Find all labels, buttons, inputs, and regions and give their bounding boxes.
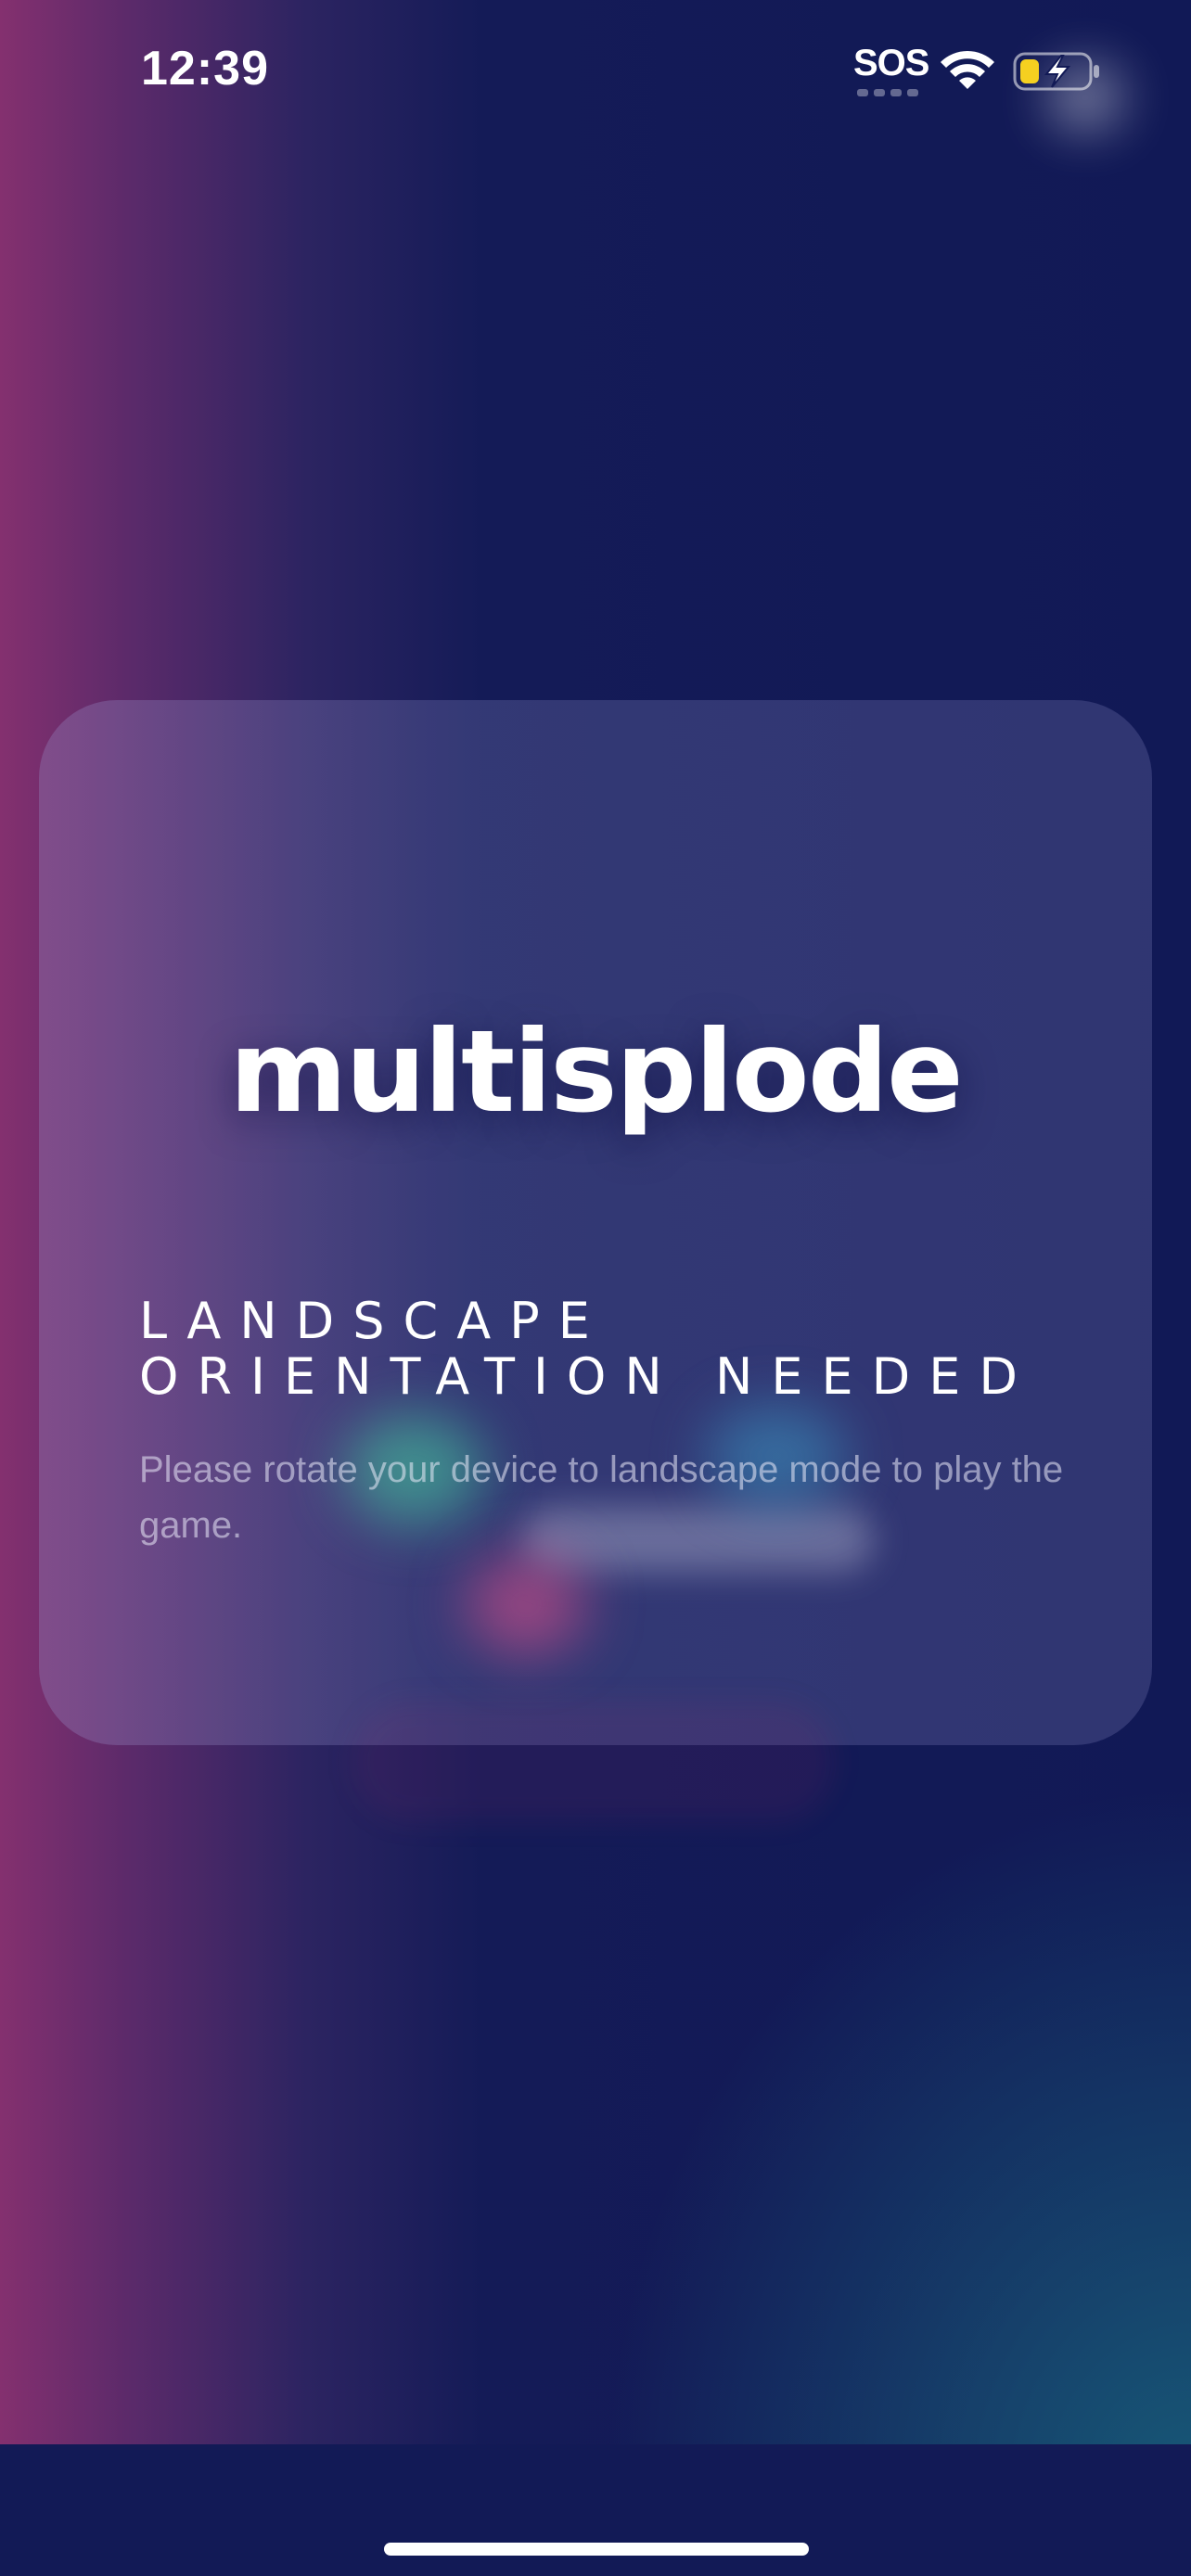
heading-line-1: LANDSCAPE	[139, 1292, 608, 1350]
rotate-message: Please rotate your device to landscape m…	[139, 1449, 1064, 1546]
sos-indicator: SOS	[853, 43, 929, 83]
game-title: multisplode	[229, 1006, 964, 1138]
blurred-button-ghost	[352, 1702, 835, 1822]
orientation-card: multisplode LANDSCAPE ORIENTATION NEEDED…	[39, 700, 1152, 1745]
card-tint	[39, 700, 1152, 1745]
status-time: 12:39	[141, 42, 269, 96]
battery-charging-icon	[1013, 52, 1099, 91]
signal-dots-icon	[857, 89, 922, 96]
wifi-icon	[941, 50, 994, 89]
home-indicator[interactable]	[384, 2543, 809, 2556]
heading-line-2: ORIENTATION NEEDED	[139, 1347, 1036, 1406]
blurred-pink-orb	[466, 1553, 586, 1655]
orientation-heading: LANDSCAPE ORIENTATION NEEDED	[139, 1294, 1036, 1405]
bottom-bar	[0, 2444, 1191, 2576]
